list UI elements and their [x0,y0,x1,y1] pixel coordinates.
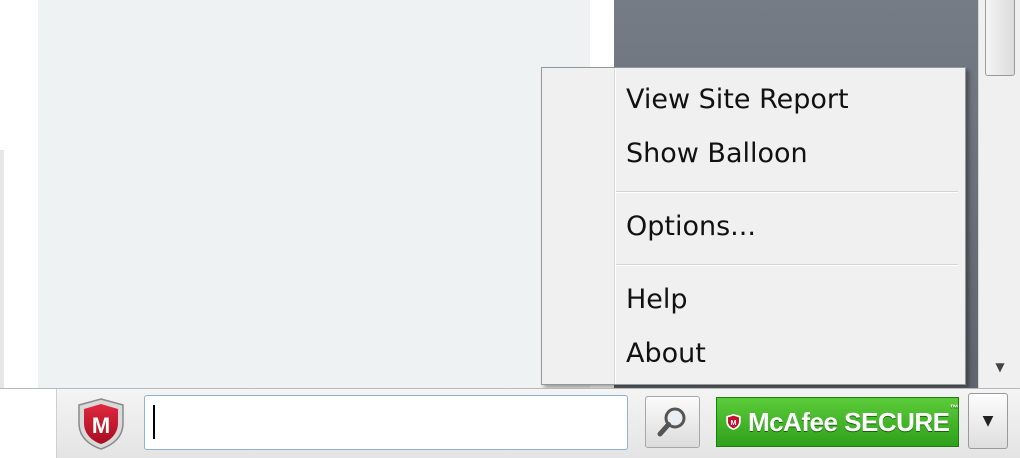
menu-separator [616,264,958,266]
mcafee-shield-icon[interactable]: M [75,397,127,451]
browser-window: ▼ View Site Report Show Balloon Options.… [0,0,1020,458]
menu-item-help[interactable]: Help [626,278,956,322]
mcafee-toolbar: M M McAfee SECURE™ ▼ [0,388,1020,458]
menu-separator [616,191,958,193]
mcafee-secure-badge[interactable]: M McAfee SECURE™ [716,397,959,447]
context-menu: View Site Report Show Balloon Options...… [541,67,966,385]
toolbar-dropdown-button[interactable]: ▼ [968,393,1008,449]
brand-text: McAfee SECURE [747,406,950,437]
menu-item-show-balloon[interactable]: Show Balloon [626,132,956,176]
badge-text: McAfee SECURE™ [747,403,959,438]
badge-shield-letter: M [730,418,736,427]
scrollbar-thumb[interactable] [985,0,1015,76]
search-input[interactable] [144,395,628,450]
content-gap [590,0,614,70]
shield-letter: M [92,413,110,438]
search-button[interactable] [645,396,700,448]
vertical-scrollbar[interactable]: ▼ [978,0,1020,390]
menu-icon-gutter [542,68,616,384]
scroll-down-icon[interactable]: ▼ [979,352,1020,382]
left-edge [0,150,4,390]
magnifier-icon [657,407,685,437]
text-cursor [153,405,155,439]
menu-item-about[interactable]: About [626,332,956,376]
mcafee-shield-icon: M [726,413,741,431]
page-content-area [38,0,590,390]
menu-item-view-site-report[interactable]: View Site Report [626,78,956,122]
menu-item-options[interactable]: Options... [626,205,956,249]
toolbar-left-blank [0,389,57,458]
chevron-down-icon: ▼ [982,413,994,429]
trademark-mark: ™ [949,402,959,413]
left-page-strip [0,0,38,390]
